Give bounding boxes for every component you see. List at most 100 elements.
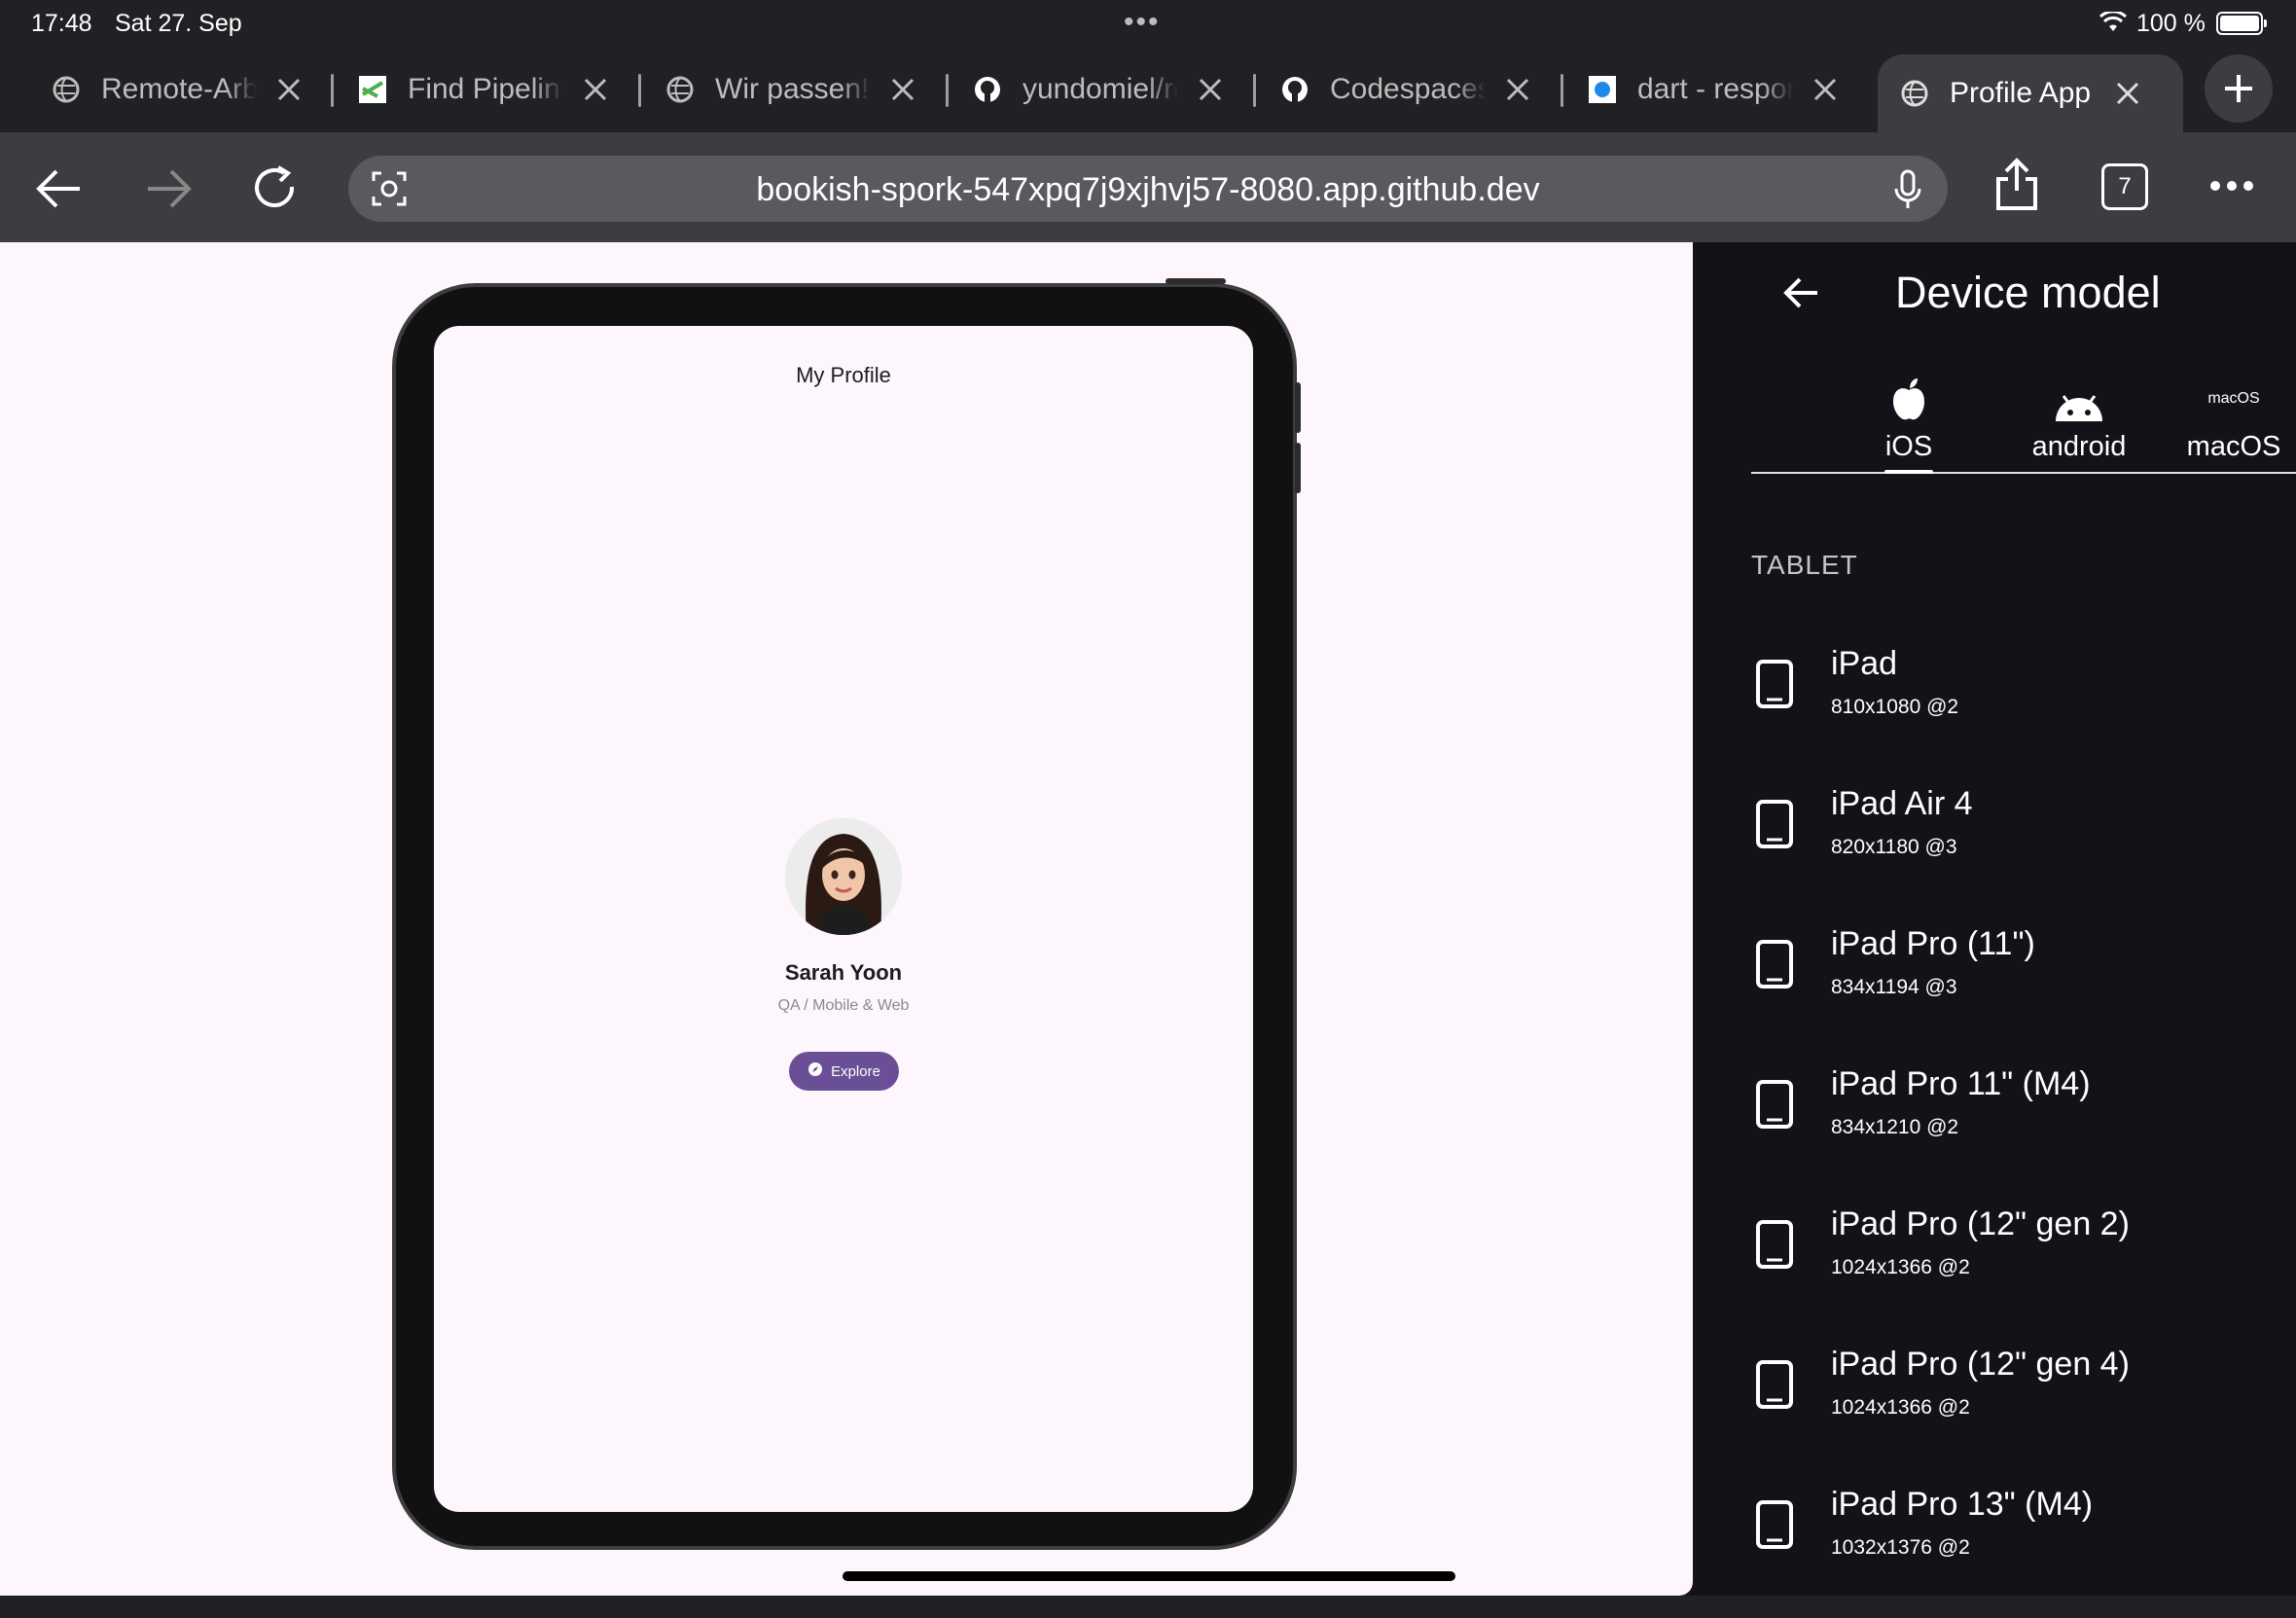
tablet-icon [1755,939,1794,994]
tablet-icon [1755,1359,1794,1415]
forward-icon[interactable] [144,167,193,210]
close-tab-icon[interactable] [274,75,304,104]
tab-title: Profile App [1950,77,2092,109]
device-item-ipad-pro-11-m4[interactable]: iPad Pro 11" (M4) 834x1210 @2 [1751,1058,2296,1198]
macos-wordmark: macOS [2207,390,2260,407]
tab-yundomiel[interactable]: yundomiel/responsive [951,56,1225,123]
more-menu-icon[interactable] [2208,179,2255,193]
tab-android[interactable]: android [2006,377,2152,463]
device-item-ipad-pro-11[interactable]: iPad Pro (11") 834x1194 @3 [1751,917,2296,1058]
github-icon [1279,74,1310,105]
tab-title: Wir passen! [715,73,870,105]
tab-dart-responsive[interactable]: dart - responsive [1565,56,1840,123]
tablet-icon [1755,1219,1794,1275]
browser-toolbar: bookish-spork-547xpq7j9xjhvj57-8080.app.… [0,132,2296,242]
tab-title: Remote-Arbeit [101,73,257,105]
panel-title: Device model [1895,268,2161,317]
reload-icon[interactable] [251,163,300,212]
share-icon[interactable] [1994,158,2039,212]
section-label-tablet: TABLET [1751,550,1858,580]
back-icon[interactable] [35,167,84,210]
device-resolution: 820x1180 @3 [1831,836,1957,858]
tab-wir-passen[interactable]: Wir passen! [643,56,917,123]
device-item-ipad-pro-12-gen-4[interactable]: iPad Pro (12" gen 4) 1024x1366 @2 [1751,1338,2296,1478]
device-item-ipad[interactable]: iPad 810x1080 @2 [1751,637,2296,777]
tab-title: Codespaces [1330,73,1486,105]
tab-title: yundomiel/responsive [1022,73,1178,105]
device-resolution: 1032x1376 @2 [1831,1536,1970,1559]
device-list: iPad 810x1080 @2 iPad Air 4 820x1180 @3 … [1751,637,2296,1618]
device-volume-down-button [1295,443,1301,493]
device-name: iPad Pro 13" (M4) [1831,1486,2094,1523]
tab-separator [1253,74,1256,107]
tab-profile-app[interactable]: Profile App [1878,54,2183,132]
tab-ios-label: iOS [1884,431,1933,462]
tab-macos-label: macOS [2186,431,2281,462]
close-tab-icon[interactable] [1811,75,1840,104]
device-item-ipad-pro-12-gen-2[interactable]: iPad Pro (12" gen 2) 1024x1366 @2 [1751,1198,2296,1338]
status-bar: 17:48 Sat 27. Sep ••• 100 % [0,0,2296,47]
close-tab-icon[interactable] [2113,79,2142,108]
tablet-icon [1755,1079,1794,1134]
app-bar-title: My Profile [796,363,891,387]
android-icon [2006,377,2152,421]
tab-switcher-button[interactable]: 7 [2101,163,2148,210]
status-time: 17:48 [31,10,92,37]
multitasking-dots-icon[interactable]: ••• [1124,6,1161,39]
globe-icon [664,74,696,105]
device-name: iPad Air 4 [1831,785,1973,822]
home-indicator [843,1571,1455,1581]
site-logo-icon [357,74,388,105]
tablet-icon [1755,659,1794,714]
url-text: bookish-spork-547xpq7j9xjhvj57-8080.app.… [756,171,1540,208]
device-preview-area: My Profile Sarah Yoon QA / Mobile & Web [0,242,1693,1596]
apple-icon [1860,377,1957,421]
tablet-icon [1755,799,1794,854]
explore-label: Explore [831,1062,880,1080]
profile-name: Sarah Yoon [784,960,903,985]
device-name: iPad Pro 11" (M4) [1831,1065,2091,1102]
tab-remote-arbeit[interactable]: Remote-Arbeit [29,56,304,123]
device-name: iPad [1831,645,1898,682]
tablet-icon [1755,1499,1794,1555]
microphone-icon[interactable] [1893,169,1922,210]
tab-macos[interactable]: macOS macOS [2171,377,2296,463]
device-item-ipad-pro-13-m4[interactable]: iPad Pro 13" (M4) 1032x1376 @2 [1751,1478,2296,1618]
close-tab-icon[interactable] [581,75,610,104]
profile-role: QA / Mobile & Web [777,997,910,1014]
device-resolution: 810x1080 @2 [1831,696,1959,718]
status-date: Sat 27. Sep [115,10,242,37]
explore-button[interactable]: Explore [789,1052,899,1091]
battery-percentage: 100 % [2136,10,2206,37]
close-tab-icon[interactable] [1503,75,1532,104]
close-tab-icon[interactable] [888,75,917,104]
back-arrow-icon[interactable] [1782,273,1821,317]
device-model-panel: Device model iOS android macOS macOS TAB… [1693,242,2296,1596]
device-item-ipad-air-4[interactable]: iPad Air 4 820x1180 @3 [1751,777,2296,917]
globe-icon [1899,78,1930,109]
battery-icon [2216,12,2267,35]
close-tab-icon[interactable] [1196,75,1225,104]
new-tab-button[interactable] [2205,54,2273,123]
tab-title: Find Pipeline [408,73,563,105]
device-resolution: 1024x1366 @2 [1831,1256,1970,1278]
dart-icon [1587,74,1618,105]
device-name: iPad Pro (12" gen 4) [1831,1346,2130,1383]
tab-title: dart - responsive [1637,73,1793,105]
device-resolution: 834x1194 @3 [1831,976,1957,998]
os-tab-bar: iOS android macOS macOS [1751,377,2296,474]
device-name: iPad Pro (12" gen 2) [1831,1205,2130,1242]
device-resolution: 1024x1366 @2 [1831,1396,1970,1419]
browser-tab-bar: Remote-Arbeit Find Pipeline Wir passen! … [0,47,2296,132]
web-content: My Profile Sarah Yoon QA / Mobile & Web [0,242,2296,1596]
globe-icon [51,74,82,105]
tab-separator [946,74,949,107]
tab-codespaces[interactable]: Codespaces [1258,56,1532,123]
device-resolution: 834x1210 @2 [1831,1116,1959,1138]
wifi-icon [2099,10,2128,40]
tab-find-pipeline[interactable]: Find Pipeline [336,56,610,123]
tab-separator [331,74,334,107]
address-bar[interactable]: bookish-spork-547xpq7j9xjhvj57-8080.app.… [348,156,1948,222]
tab-ios[interactable]: iOS [1860,377,1957,474]
compass-icon [807,1061,823,1081]
